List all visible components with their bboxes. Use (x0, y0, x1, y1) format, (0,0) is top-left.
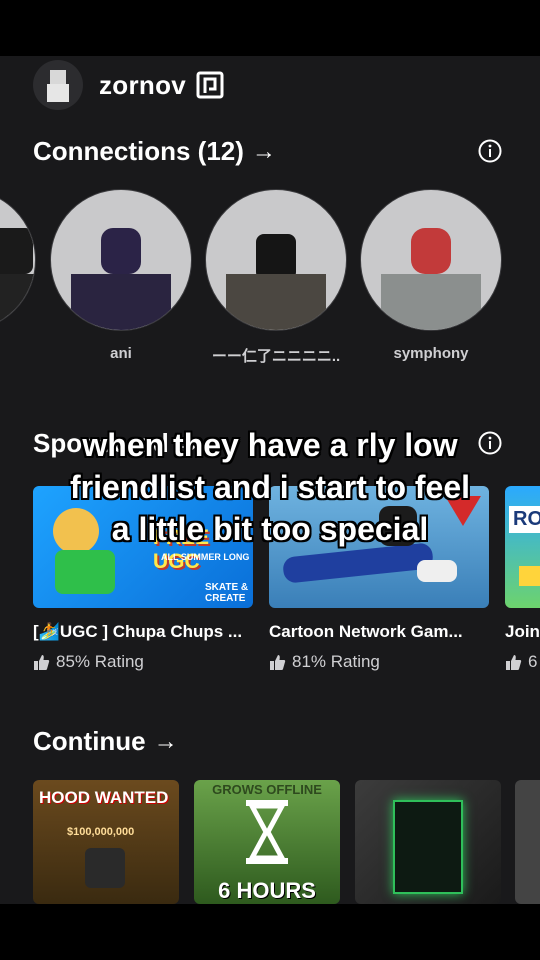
continue-tile[interactable]: HOOD WANTED $100,000,000 (33, 780, 179, 904)
friend-name: ani (110, 345, 132, 362)
card-title: Cartoon Network Gam... (269, 622, 463, 641)
thumbs-up-icon (270, 654, 286, 670)
caption-line: friendlist and i start to feel (69, 469, 471, 505)
friend-avatar (50, 189, 192, 331)
info-icon[interactable] (478, 139, 502, 163)
friend-avatar (205, 189, 347, 331)
card-title: Join (505, 622, 540, 641)
thumbs-up-icon (506, 654, 522, 670)
continue-tile[interactable]: GROWS OFFLINE 6 HOURS (194, 780, 340, 904)
friend-tile[interactable]: ani (50, 189, 192, 362)
tile-label: 6 HOURS (218, 878, 316, 903)
arrow-right-icon: → (251, 137, 276, 165)
continue-header[interactable]: Continue → (33, 726, 178, 757)
video-caption: when they have a rly low friendlist and … (0, 424, 540, 550)
card-title: [🏄UGC ] Chupa Chups ... (33, 622, 243, 641)
connections-header[interactable]: Connections (12) → (33, 136, 276, 167)
continue-tile[interactable] (515, 780, 540, 904)
username[interactable]: zornov (99, 70, 186, 101)
thumbs-up-icon (34, 654, 50, 670)
friend-tile[interactable]: ーー仁了ニニニニ.. (205, 189, 347, 366)
friend-name: ーー仁了ニニニニ.. (211, 348, 341, 365)
avatar[interactable] (33, 60, 83, 110)
continue-title: Continue (33, 726, 146, 756)
friend-tile[interactable] (0, 189, 36, 345)
card-rating: 81% Rating (269, 652, 489, 672)
tile-label: HOOD WANTED (39, 788, 169, 807)
connections-title: Connections (12) (33, 136, 244, 166)
thumb-subline: ALL SUMMER LONG (161, 552, 250, 562)
hourglass-icon (246, 800, 288, 864)
friend-avatar (0, 189, 36, 331)
card-rating: 85% Rating (33, 652, 253, 672)
app-screen: zornov Connections (12) → ani ーー仁了ニニニニ..… (0, 56, 540, 904)
continue-tile[interactable] (355, 780, 501, 904)
arrow-right-icon: → (153, 727, 178, 755)
friend-tile[interactable]: symphony (360, 189, 502, 362)
friend-name: symphony (393, 345, 469, 362)
thumb-corner-text: SKATE & CREATE (205, 582, 249, 604)
caption-line: when they have a rly low (82, 427, 458, 463)
profile-header[interactable]: zornov (33, 60, 224, 110)
verified-badge-icon (196, 71, 224, 99)
friend-avatar (360, 189, 502, 331)
caption-line: a little bit too special (111, 511, 429, 547)
tile-sublabel: $100,000,000 (67, 826, 135, 838)
card-rating: 6 (505, 652, 540, 672)
tile-toptext: GROWS OFFLINE (212, 782, 322, 797)
